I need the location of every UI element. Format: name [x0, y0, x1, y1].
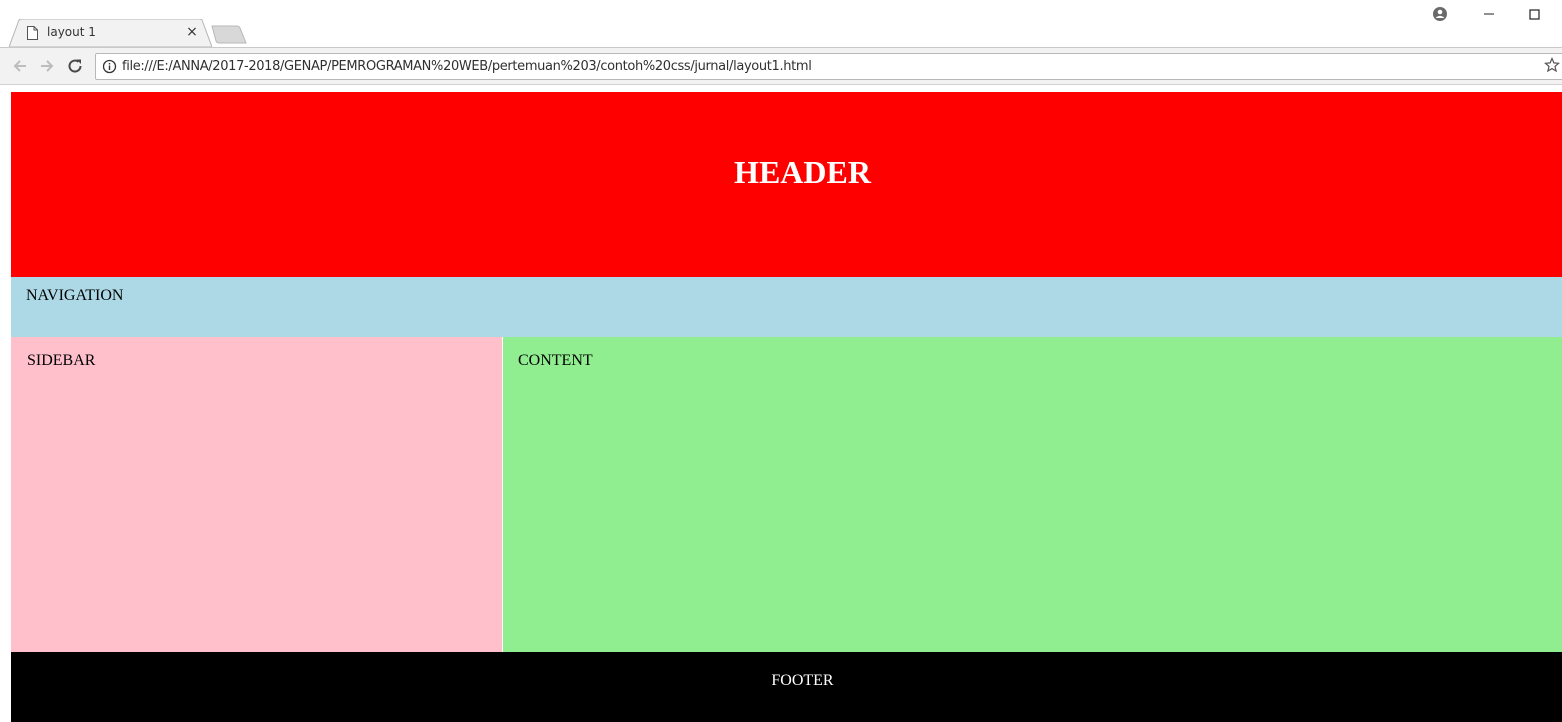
- page-viewport: HEADER NAVIGATION SIDEBAR CONTENT FOOTER: [0, 85, 1562, 722]
- minimize-icon[interactable]: [1477, 4, 1501, 24]
- address-bar[interactable]: file:///E:/ANNA/2017-2018/GENAP/PEMROGRA…: [95, 53, 1562, 80]
- star-icon[interactable]: [1544, 57, 1560, 73]
- forward-arrow-icon[interactable]: [38, 57, 56, 75]
- footer-label: FOOTER: [771, 672, 834, 689]
- page-content: CONTENT: [503, 337, 1562, 652]
- browser-titlebar: layout 1 ×: [0, 0, 1562, 47]
- browser-toolbar: file:///E:/ANNA/2017-2018/GENAP/PEMROGRA…: [0, 47, 1562, 85]
- header-title: HEADER: [734, 154, 871, 190]
- page-sidebar: SIDEBAR: [11, 337, 502, 652]
- info-icon[interactable]: [102, 59, 117, 74]
- tab-shape: [9, 19, 212, 47]
- navigation-label: NAVIGATION: [26, 287, 124, 304]
- url-text: file:///E:/ANNA/2017-2018/GENAP/PEMROGRA…: [122, 59, 812, 74]
- page-footer: FOOTER: [11, 652, 1562, 722]
- page-navigation: NAVIGATION: [11, 277, 1562, 337]
- page-icon: [27, 26, 38, 40]
- new-tab-icon[interactable]: [211, 25, 247, 44]
- back-arrow-icon[interactable]: [11, 57, 29, 75]
- close-icon[interactable]: ×: [185, 22, 199, 42]
- browser-tab[interactable]: layout 1 ×: [9, 19, 212, 47]
- maximize-icon[interactable]: [1522, 4, 1546, 24]
- page-header: HEADER: [11, 92, 1562, 277]
- tab-title: layout 1: [47, 25, 96, 39]
- content-label: CONTENT: [518, 352, 593, 369]
- reload-icon[interactable]: [66, 57, 84, 75]
- sidebar-label: SIDEBAR: [27, 352, 96, 369]
- profile-icon[interactable]: [1428, 4, 1452, 24]
